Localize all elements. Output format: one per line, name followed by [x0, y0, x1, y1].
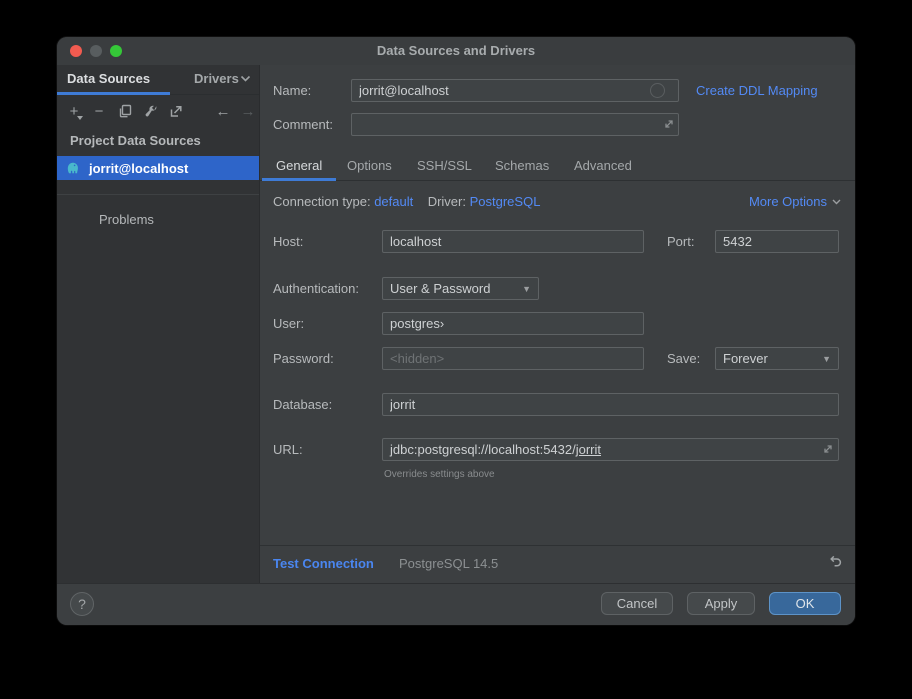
data-sources-dialog: Data Sources and Drivers Data Sources Dr…	[57, 37, 855, 625]
tab-schemas[interactable]: Schemas	[481, 153, 563, 180]
database-input[interactable]	[382, 393, 839, 416]
sidebar-divider	[57, 194, 259, 195]
authentication-dropdown[interactable]: User & Password ▼	[382, 277, 539, 300]
tab-ssh-ssl[interactable]: SSH/SSL	[403, 153, 486, 180]
comment-input[interactable]	[351, 113, 679, 136]
dropdown-arrow-icon: ▼	[522, 284, 531, 294]
wrench-icon[interactable]	[141, 101, 161, 121]
refresh-spinner-icon	[650, 83, 665, 98]
forward-arrow-icon: →	[238, 101, 258, 121]
back-arrow-icon[interactable]: ←	[213, 101, 233, 121]
postgresql-elephant-icon	[66, 161, 80, 175]
url-value-database: jorrit	[576, 442, 601, 457]
name-input[interactable]	[351, 79, 679, 102]
remove-icon[interactable]: −	[89, 101, 109, 121]
tab-data-sources[interactable]: Data Sources	[57, 65, 160, 95]
window-title: Data Sources and Drivers	[57, 37, 855, 65]
project-data-sources-header: Project Data Sources	[70, 133, 201, 148]
driver-value-link[interactable]: PostgreSQL	[470, 194, 541, 209]
more-options-label: More Options	[749, 194, 827, 209]
panel-separator	[260, 545, 855, 546]
expand-comment-icon[interactable]	[663, 118, 675, 130]
chevron-down-icon[interactable]	[240, 75, 251, 82]
duplicate-icon[interactable]	[115, 101, 135, 121]
apply-button[interactable]: Apply	[687, 592, 755, 615]
driver-version-text: PostgreSQL 14.5	[399, 556, 498, 571]
help-button[interactable]: ?	[70, 592, 94, 616]
dialog-button-bar: ? Cancel Apply OK	[57, 583, 855, 625]
authentication-value: User & Password	[390, 281, 490, 296]
driver-label: Driver:	[428, 194, 466, 209]
add-dropdown-caret-icon	[77, 116, 83, 120]
url-input[interactable]: jdbc:postgresql://localhost:5432/jorrit	[382, 438, 839, 461]
connection-type-label: Connection type:	[273, 194, 371, 209]
connection-type-value-link[interactable]: default	[374, 194, 413, 209]
name-label: Name:	[273, 83, 311, 98]
tab-general[interactable]: General	[262, 153, 336, 180]
authentication-label: Authentication:	[273, 281, 359, 296]
more-options-link[interactable]: More Options	[749, 194, 841, 209]
comment-label: Comment:	[273, 117, 333, 132]
password-label: Password:	[273, 351, 334, 366]
port-input[interactable]	[715, 230, 839, 253]
save-dropdown[interactable]: Forever ▼	[715, 347, 839, 370]
dropdown-arrow-icon: ▼	[822, 354, 831, 364]
sidebar-toolbar: + − ← →	[57, 98, 259, 124]
user-label: User:	[273, 316, 304, 331]
list-item-jorrit-localhost[interactable]: jorrit@localhost	[57, 156, 259, 180]
tab-advanced[interactable]: Advanced	[560, 153, 646, 180]
revert-icon[interactable]	[826, 553, 843, 570]
expand-url-icon[interactable]	[822, 443, 834, 455]
open-in-new-icon[interactable]	[166, 101, 186, 121]
user-input[interactable]	[382, 312, 644, 335]
url-label: URL:	[273, 442, 303, 457]
host-label: Host:	[273, 234, 303, 249]
sidebar-tab-strip: Data Sources Drivers	[57, 65, 259, 95]
sidebar: Data Sources Drivers + −	[57, 65, 260, 583]
host-input[interactable]	[382, 230, 644, 253]
tab-options[interactable]: Options	[333, 153, 406, 180]
settings-tab-strip: General Options SSH/SSL Schemas Advanced	[260, 153, 855, 181]
sidebar-item-problems[interactable]: Problems	[99, 212, 154, 227]
add-icon[interactable]: +	[64, 101, 84, 121]
url-value-prefix: jdbc:postgresql://localhost:5432/	[390, 442, 576, 457]
connection-type-row: Connection type: default Driver: Postgre…	[273, 194, 540, 209]
create-ddl-mapping-link[interactable]: Create DDL Mapping	[696, 83, 818, 98]
title-bar: Data Sources and Drivers	[57, 37, 855, 65]
password-input[interactable]	[382, 347, 644, 370]
database-label: Database:	[273, 397, 332, 412]
save-label: Save:	[667, 351, 700, 366]
ok-button[interactable]: OK	[769, 592, 841, 615]
test-connection-link[interactable]: Test Connection	[273, 556, 374, 571]
url-hint-text: Overrides settings above	[384, 469, 495, 480]
connection-settings-panel: Name: Create DDL Mapping Comment: Genera…	[260, 65, 855, 583]
port-label: Port:	[667, 234, 694, 249]
save-value: Forever	[723, 351, 768, 366]
list-item-label: jorrit@localhost	[89, 161, 188, 176]
cancel-button[interactable]: Cancel	[601, 592, 673, 615]
